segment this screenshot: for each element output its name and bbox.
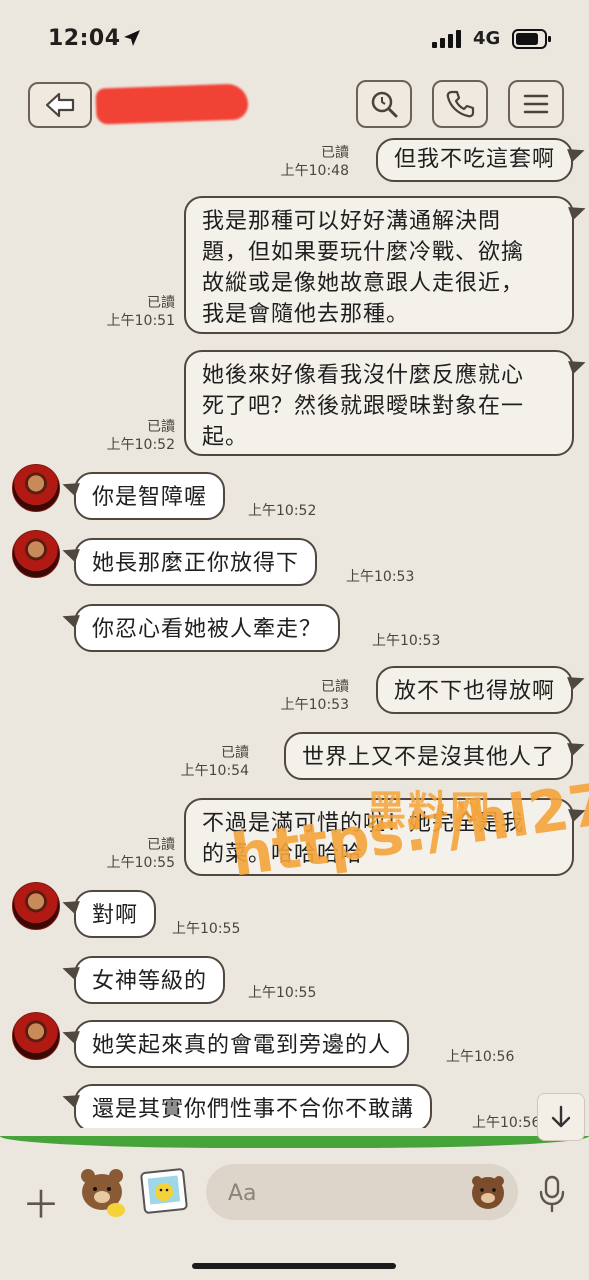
message-time: 上午10:52 <box>106 437 175 453</box>
phone-icon <box>446 90 475 118</box>
grass-decoration <box>0 1136 589 1148</box>
arrow-down-icon <box>551 1105 571 1128</box>
message-text: 女神等級的 <box>92 969 208 994</box>
message-time: 上午10:51 <box>106 313 175 329</box>
battery-icon <box>512 29 551 49</box>
microphone-icon[interactable] <box>536 1174 568 1214</box>
message-time: 上午10:53 <box>372 633 441 649</box>
message-list[interactable]: 但我不吃這套啊 已讀 上午10:48 我是那種可以好好溝通解決問 題，但如果要玩什… <box>0 138 589 1128</box>
message-bubble[interactable]: 還是其實你們性事不合你不敢講 <box>74 1084 433 1128</box>
message-meta: 已讀上午10:51 <box>107 294 175 330</box>
message-time: 上午10:56 <box>472 1115 541 1128</box>
message-text: 你是智障喔 <box>92 485 208 510</box>
read-receipt: 已讀 <box>321 145 349 161</box>
location-arrow-icon <box>124 30 140 46</box>
message-text: 但我不吃這套啊 <box>393 147 555 172</box>
plus-icon[interactable]: ＋ <box>22 1174 60 1229</box>
message-time: 上午10:54 <box>180 763 249 779</box>
message-bubble[interactable]: 我是那種可以好好溝通解決問 題，但如果要玩什麼冷戰、欲擒 故縱或是像她故意跟人走… <box>184 196 574 334</box>
message-text: 還是其實你們性事不合你不敢講 <box>92 1097 415 1122</box>
signal-bars-icon <box>432 30 461 48</box>
message-time: 上午10:55 <box>172 921 241 937</box>
message-bubble[interactable]: 她後來好像看我沒什麼反應就心 死了吧？然後就跟曖昧對象在一 起。 <box>184 350 574 456</box>
hamburger-menu-icon <box>523 94 549 114</box>
back-button[interactable] <box>28 82 92 128</box>
message-time: 上午10:55 <box>106 855 175 871</box>
message-time: 上午10:53 <box>346 569 415 585</box>
message-bubble[interactable]: 對啊 <box>74 890 157 938</box>
message-time: 上午10:52 <box>248 503 317 519</box>
message-text: 她後來好像看我沒什麼反應就心 死了吧？然後就跟曖昧對象在一 起。 <box>202 363 525 450</box>
message-time: 上午10:48 <box>280 163 349 179</box>
avatar[interactable] <box>12 530 60 578</box>
chat-header <box>0 72 589 138</box>
message-meta: 已讀上午10:53 <box>281 678 349 714</box>
message-text: 對啊 <box>92 903 139 928</box>
emoji-bear-icon[interactable] <box>468 1172 508 1212</box>
contact-name-redacted <box>95 83 249 125</box>
back-arrow-icon <box>45 92 75 118</box>
message-meta: 已讀上午10:52 <box>107 418 175 454</box>
message-bubble[interactable]: 你是智障喔 <box>74 472 226 520</box>
message-meta: 已讀上午10:54 <box>181 744 249 780</box>
message-bubble[interactable]: 她笑起來真的會電到旁邊的人 <box>74 1020 410 1068</box>
search-icon <box>371 91 398 118</box>
read-receipt: 已讀 <box>321 679 349 695</box>
message-text: 我是那種可以好好溝通解決問 題，但如果要玩什麼冷戰、欲擒 故縱或是像她故意跟人走… <box>202 209 525 327</box>
bear-sticker-icon[interactable] <box>76 1166 128 1218</box>
message-bubble[interactable]: 放不下也得放啊 <box>375 666 573 714</box>
message-time: 上午10:56 <box>446 1049 515 1065</box>
call-button[interactable] <box>432 80 488 128</box>
message-text: 放不下也得放啊 <box>393 679 555 704</box>
status-time: 12:04 <box>48 26 121 51</box>
message-bubble[interactable]: 女神等級的 <box>74 956 226 1004</box>
network-type: 4G <box>473 28 501 49</box>
message-bubble[interactable]: 世界上又不是沒其他人了 <box>283 732 573 780</box>
message-meta: 已讀上午10:48 <box>281 144 349 180</box>
message-text: 她笑起來真的會電到旁邊的人 <box>92 1033 392 1058</box>
input-bar: ＋ <box>0 1150 589 1280</box>
message-meta: 已讀上午10:55 <box>107 836 175 872</box>
read-receipt: 已讀 <box>147 837 175 853</box>
message-text: 她長那麼正你放得下 <box>92 551 300 576</box>
message-text: 你忍心看她被人牽走？ <box>92 617 323 642</box>
message-bubble[interactable]: 你忍心看她被人牽走？ <box>74 604 341 652</box>
message-input-field[interactable] <box>206 1164 518 1220</box>
scroll-down-button[interactable] <box>537 1093 585 1141</box>
avatar[interactable] <box>12 882 60 930</box>
home-indicator <box>192 1263 396 1269</box>
message-input[interactable] <box>226 1176 460 1210</box>
search-button[interactable] <box>356 80 412 128</box>
message-text: 世界上又不是沒其他人了 <box>301 745 555 770</box>
read-receipt: 已讀 <box>147 295 175 311</box>
photo-sticker-icon[interactable] <box>140 1168 188 1214</box>
menu-button[interactable] <box>508 80 564 128</box>
message-bubble[interactable]: 但我不吃這套啊 <box>375 138 573 182</box>
message-time: 上午10:53 <box>280 697 349 713</box>
message-bubble[interactable]: 她長那麼正你放得下 <box>74 538 318 586</box>
read-receipt: 已讀 <box>147 419 175 435</box>
avatar[interactable] <box>12 1012 60 1060</box>
message-time: 上午10:55 <box>248 985 317 1001</box>
avatar[interactable] <box>12 464 60 512</box>
read-receipt: 已讀 <box>221 745 249 761</box>
status-bar: 12:04 4G <box>0 0 589 70</box>
